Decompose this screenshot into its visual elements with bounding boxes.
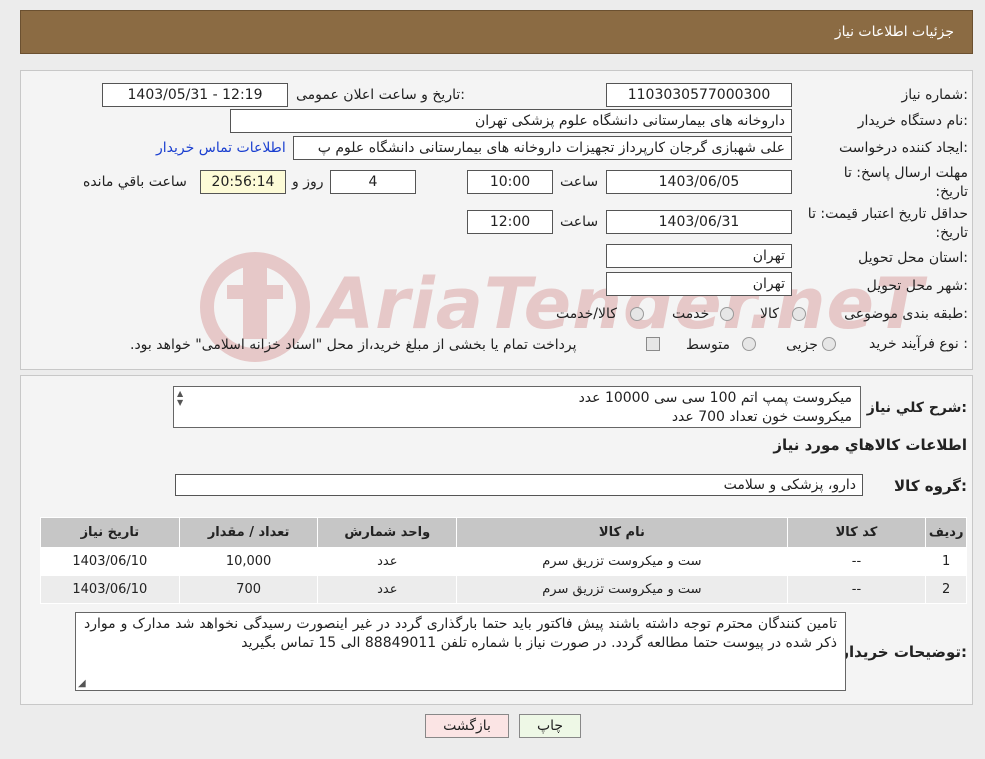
price-time-label: ساعت [560, 214, 599, 230]
cell-quantity: 700 [178, 575, 319, 604]
category-radio-goods[interactable] [792, 307, 806, 321]
need-number-field: 1103030577000300 [606, 83, 792, 107]
province-label: استان محل تحویل: [858, 250, 968, 266]
category-option-service: خدمت [672, 306, 710, 322]
treasury-checkbox[interactable] [646, 337, 660, 351]
city-label: شهر محل تحویل: [866, 278, 968, 294]
buyer-notes-label: توضیحات خریدار: [840, 643, 967, 661]
col-header-date: تاریخ نیاز [40, 517, 180, 548]
process-radio-medium[interactable] [742, 337, 756, 351]
price-valid-label: حداقل تاریخ اعتبار قیمت: تا تاریخ: [807, 206, 968, 241]
cell-quantity: 10,000 [178, 547, 319, 576]
goods-table: رديف کد کالا نام کالا واحد شمارش تعداد /… [40, 517, 967, 604]
reply-deadline-label: مهلت ارسال پاسخ: تا تاریخ: [843, 165, 968, 200]
description-line-2: میکروست خون تعداد 700 عدد [671, 409, 852, 425]
contact-info-link[interactable]: اطلاعات تماس خریدار [156, 140, 286, 156]
reply-date-field: 1403/06/05 [606, 170, 792, 194]
page-title: جزئیات اطلاعات نیاز [834, 24, 954, 40]
price-time-field: 12:00 [467, 210, 553, 234]
remaining-time-field: 20:56:14 [200, 170, 286, 194]
category-option-goods-service: کالا/خدمت [556, 306, 617, 322]
scroll-arrows-icon[interactable]: ▲ ▼ [177, 389, 183, 407]
buyer-org-label: نام دستگاه خریدار: [857, 113, 968, 129]
cell-date: 1403/06/10 [40, 547, 180, 576]
cell-name: ست و میکروست تزریق سرم [456, 575, 788, 604]
goods-table-header-row: رديف کد کالا نام کالا واحد شمارش تعداد /… [40, 517, 967, 548]
price-date-field: 1403/06/31 [606, 210, 792, 234]
category-radio-goods-service[interactable] [630, 307, 644, 321]
col-header-row-number: رديف [925, 517, 967, 548]
creator-field: علی شهبازی گرجان کارپرداز تجهیزات داروخا… [293, 136, 792, 160]
back-button[interactable]: بازگشت [425, 714, 509, 738]
description-line-1: میکروست پمپ اتم 100 سی سی 10000 عدد [578, 390, 852, 406]
announce-label: تاریخ و ساعت اعلان عمومی: [296, 87, 465, 103]
cell-name: ست و میکروست تزریق سرم [456, 547, 788, 576]
buyer-org-field: داروخانه های بیمارستانی دانشگاه علوم پزش… [230, 109, 792, 133]
reply-time-label: ساعت [560, 174, 599, 190]
description-textarea[interactable]: میکروست پمپ اتم 100 سی سی 10000 عدد میکر… [173, 386, 861, 428]
creator-label: ایجاد کننده درخواست: [839, 140, 968, 156]
col-header-name: نام کالا [456, 517, 788, 548]
cell-unit: عدد [317, 547, 458, 576]
goods-section-title: اطلاعات کالاهاي مورد نياز [773, 436, 967, 454]
process-note: پرداخت تمام یا بخشی از مبلغ خرید،از محل … [130, 337, 577, 353]
resize-grip-icon[interactable]: ◢ [78, 678, 86, 689]
reply-time-field: 10:00 [467, 170, 553, 194]
table-row: 2 -- ست و میکروست تزریق سرم عدد 700 1403… [40, 575, 967, 604]
description-label: شرح کلي نياز: [866, 400, 967, 416]
days-field: 4 [330, 170, 416, 194]
print-button[interactable]: چاپ [519, 714, 581, 738]
process-option-minor: جزیی [786, 337, 818, 353]
need-number-label: شماره نیاز: [901, 87, 968, 103]
buyer-notes-textarea[interactable]: تامین کنندگان محترم توجه داشته باشند پیش… [75, 612, 846, 691]
category-option-goods: کالا [760, 306, 779, 322]
goods-group-field: دارو، پزشکی و سلامت [175, 474, 863, 496]
col-header-code: کد کالا [786, 517, 927, 548]
table-row: 1 -- ست و میکروست تزریق سرم عدد 10,000 1… [40, 547, 967, 576]
col-header-unit: واحد شمارش [317, 517, 458, 548]
col-header-quantity: تعداد / مقدار [178, 517, 319, 548]
city-field: تهران [606, 272, 792, 296]
process-option-medium: متوسط [686, 337, 730, 353]
category-label: طبقه بندی موضوعی: [844, 306, 968, 322]
cell-unit: عدد [317, 575, 458, 604]
cell-row-number: 2 [925, 575, 967, 604]
cell-date: 1403/06/10 [40, 575, 180, 604]
process-label: نوع فرآیند خرید : [869, 336, 968, 352]
goods-table-wrapper: رديف کد کالا نام کالا واحد شمارش تعداد /… [40, 517, 967, 604]
page-header: جزئیات اطلاعات نیاز [20, 10, 973, 54]
announce-field: 1403/05/31 - 12:19 [102, 83, 288, 107]
days-label: روز و [292, 174, 324, 190]
remaining-label: ساعت باقي مانده [83, 174, 187, 190]
province-field: تهران [606, 244, 792, 268]
process-radio-minor[interactable] [822, 337, 836, 351]
goods-group-label: گروه کالا: [894, 477, 967, 495]
cell-code: -- [786, 547, 927, 576]
cell-code: -- [786, 575, 927, 604]
cell-row-number: 1 [925, 547, 967, 576]
category-radio-service[interactable] [720, 307, 734, 321]
